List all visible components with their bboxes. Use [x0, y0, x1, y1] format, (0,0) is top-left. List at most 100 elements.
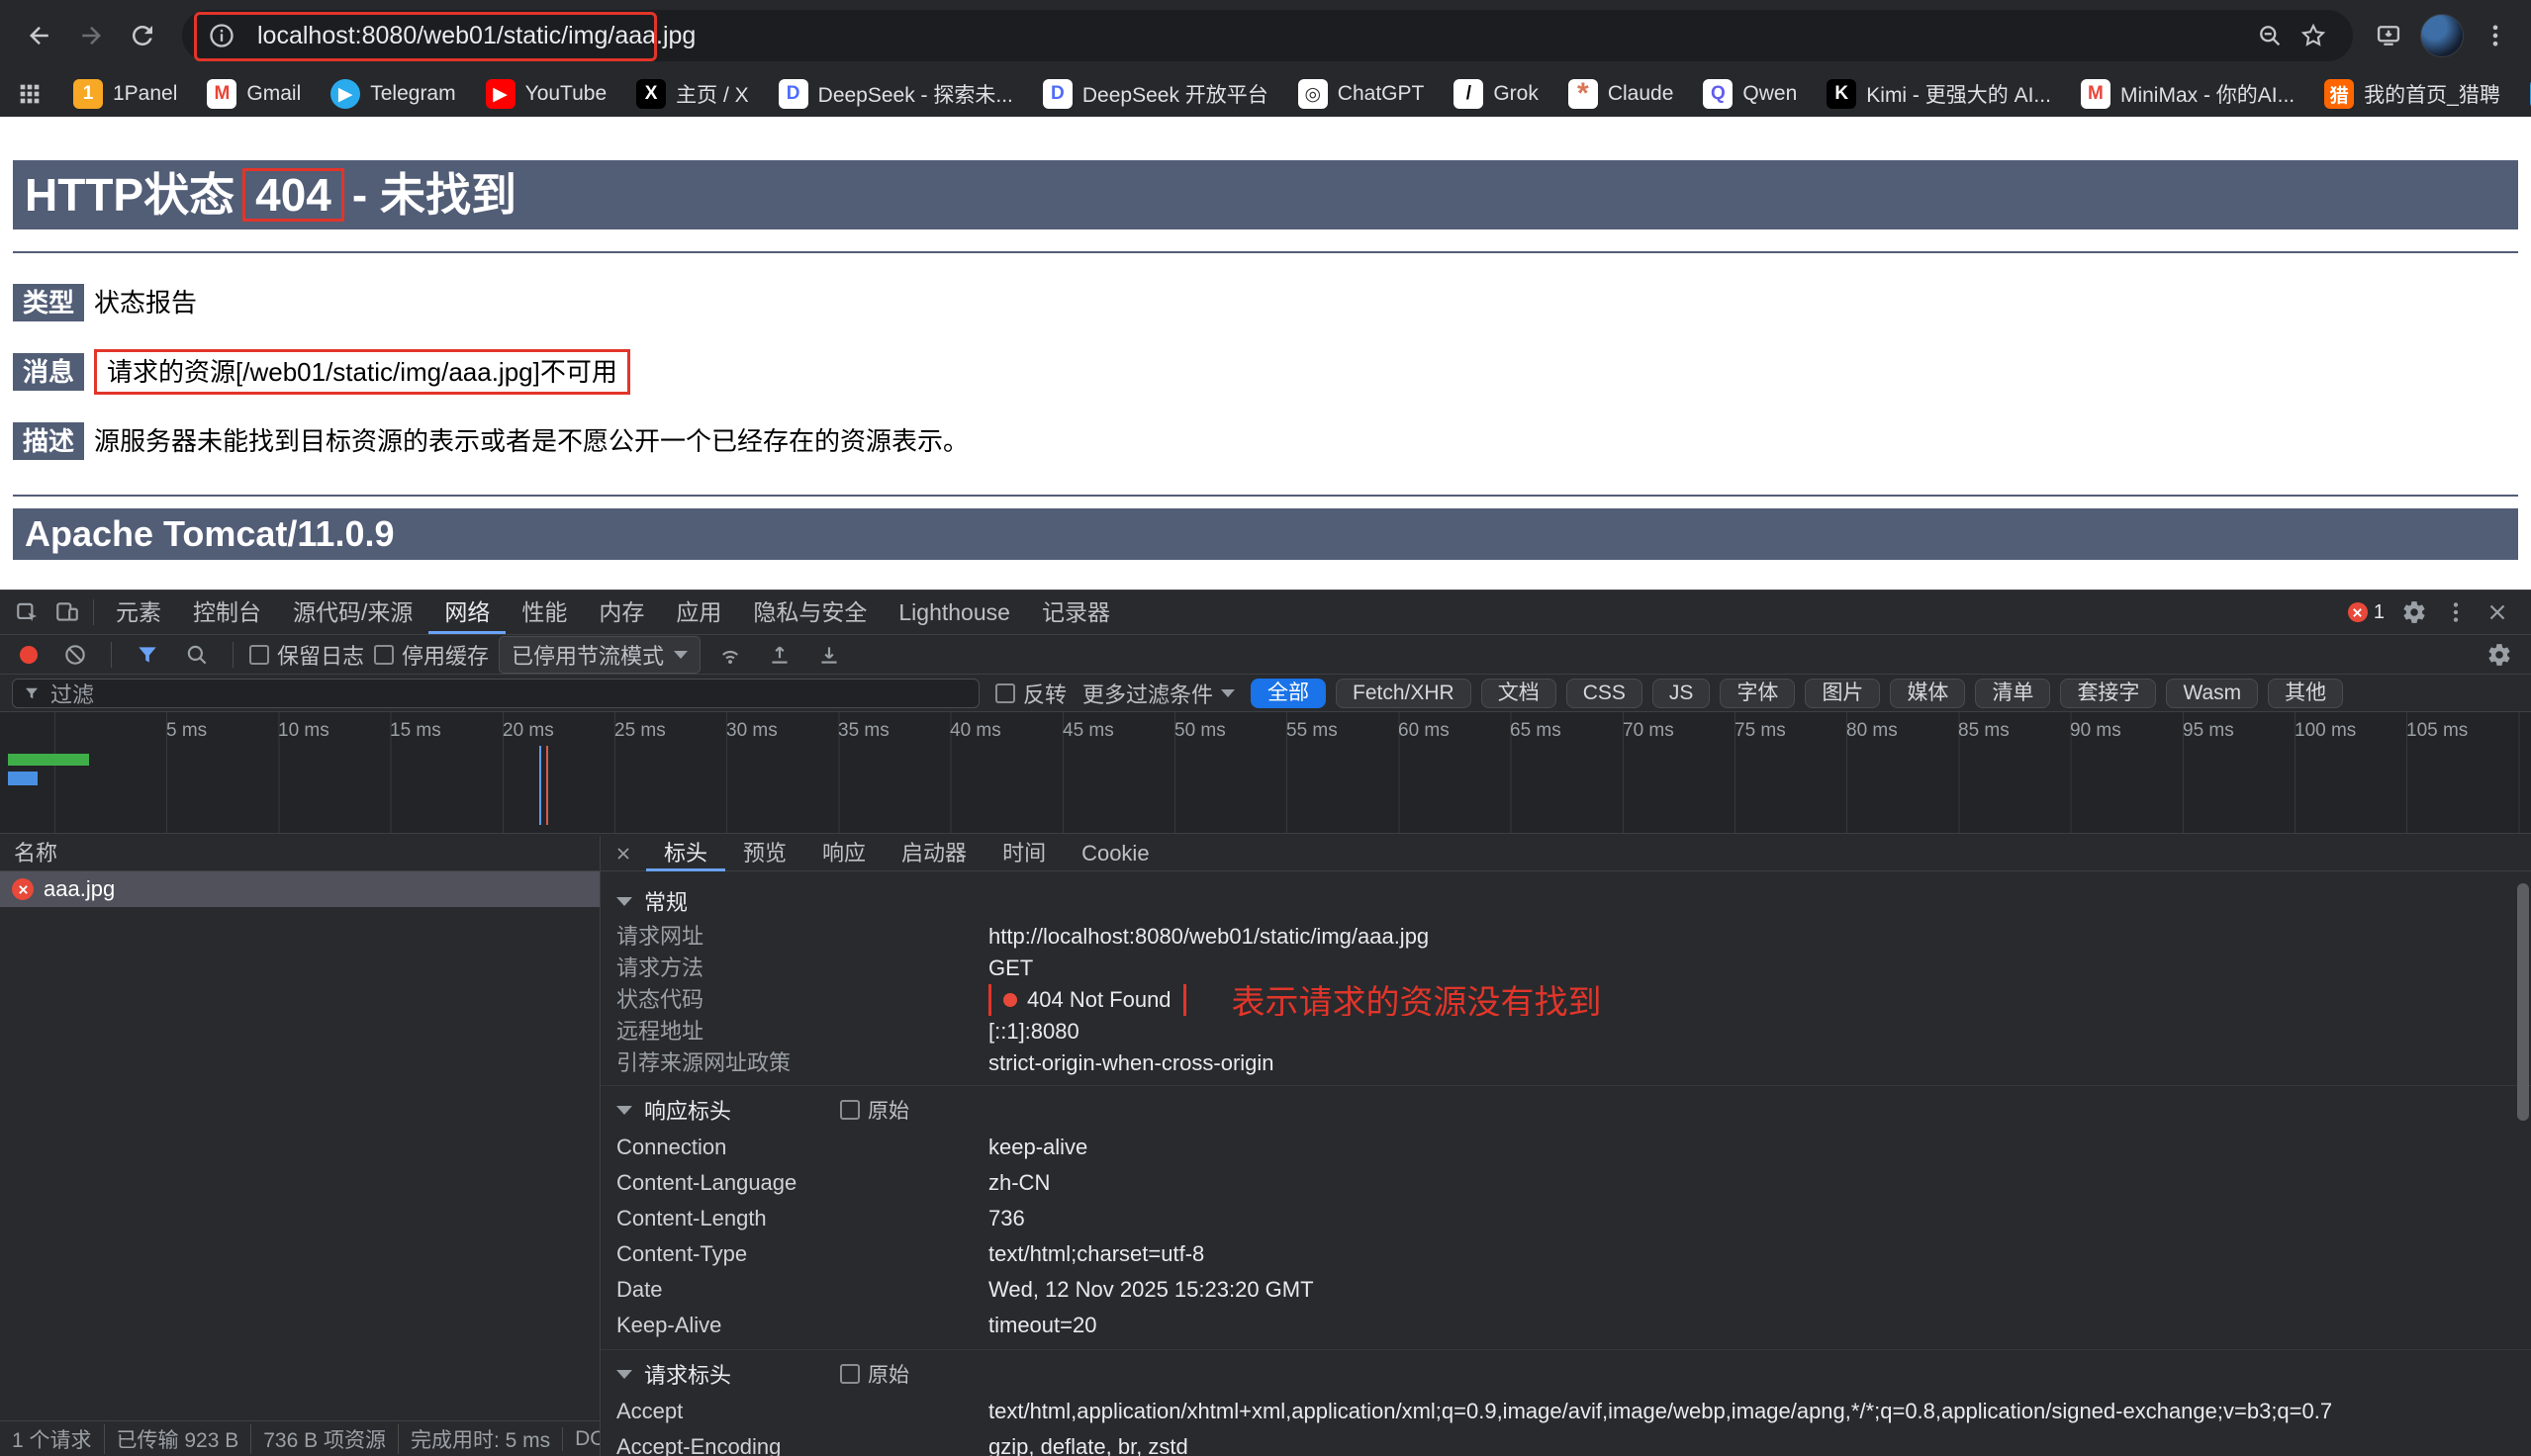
tab-application[interactable]: 应用	[660, 591, 737, 634]
request-row-selected[interactable]: aaa.jpg	[0, 871, 600, 907]
tab-console[interactable]: 控制台	[177, 591, 277, 634]
tab-network[interactable]: 网络	[428, 591, 506, 634]
browser-menu-kebab-icon[interactable]	[2474, 14, 2517, 57]
bookmark-star-icon[interactable]	[2292, 14, 2335, 57]
headers-body[interactable]: 常规 请求网址http://localhost:8080/web01/stati…	[601, 871, 2531, 1456]
throttling-select[interactable]: 已停用节流模式	[499, 636, 701, 674]
bookmark-youtube[interactable]: ▶YouTube	[486, 79, 608, 109]
reload-button[interactable]	[117, 10, 168, 61]
preserve-log-checkbox[interactable]	[249, 645, 269, 665]
timeline-tick-label: 5 ms	[166, 720, 207, 742]
chip-font[interactable]: 字体	[1720, 679, 1795, 708]
bookmark-grok[interactable]: /Grok	[1453, 79, 1539, 109]
chip-js[interactable]: JS	[1652, 679, 1711, 708]
zoom-icon[interactable]	[2248, 14, 2292, 57]
bookmark-deepseek-platform[interactable]: DDeepSeek 开放平台	[1043, 79, 1268, 109]
detail-tab-timing[interactable]: 时间	[984, 836, 1064, 871]
invert-checkbox[interactable]	[995, 683, 1015, 703]
response-headers-header[interactable]: 响应标头 原始	[601, 1090, 2531, 1130]
detail-tab-headers[interactable]: 标头	[646, 836, 725, 871]
address-bar[interactable]: localhost:8080/web01/static/img/aaa.jpg	[182, 10, 2353, 61]
filter-toggle-icon[interactable]	[128, 638, 167, 672]
network-conditions-icon[interactable]	[710, 638, 750, 672]
chip-wasm[interactable]: Wasm	[2166, 679, 2258, 708]
preserve-log-control[interactable]: 保留日志	[249, 639, 364, 671]
bookmark-claude[interactable]: *Claude	[1568, 79, 1674, 109]
tab-memory[interactable]: 内存	[583, 591, 660, 634]
bookmark-x[interactable]: X主页 / X	[636, 79, 749, 109]
chip-all[interactable]: 全部	[1251, 679, 1326, 708]
bookmark-telegram[interactable]: ▶Telegram	[330, 79, 455, 109]
detail-tab-preview[interactable]: 预览	[725, 836, 804, 871]
detail-tab-initiator[interactable]: 启动器	[884, 836, 984, 871]
raw-toggle[interactable]: 原始	[840, 1359, 909, 1389]
bookmark-deepseek[interactable]: DDeepSeek - 探索未...	[779, 79, 1013, 109]
detail-tab-response[interactable]: 响应	[804, 836, 884, 871]
tab-sources[interactable]: 源代码/来源	[277, 591, 428, 634]
chip-manifest[interactable]: 清单	[1975, 679, 2050, 708]
timeline-activity-bar	[8, 754, 89, 766]
tab-recorder[interactable]: 记录器	[1026, 591, 1126, 634]
disable-cache-control[interactable]: 停用缓存	[374, 639, 489, 671]
divider	[111, 642, 112, 668]
timeline-tick-label: 20 ms	[503, 720, 554, 742]
tab-privacy-security[interactable]: 隐私与安全	[737, 591, 883, 634]
chip-fetch-xhr[interactable]: Fetch/XHR	[1336, 679, 1471, 708]
devtools-settings-gear-icon[interactable]	[2394, 595, 2434, 629]
timeline-tick-label: 75 ms	[1734, 720, 1786, 742]
forward-button[interactable]	[65, 10, 117, 61]
chip-socket[interactable]: 套接字	[2060, 679, 2156, 708]
more-filters-dropdown[interactable]: 更多过滤条件	[1082, 678, 1235, 709]
chip-img[interactable]: 图片	[1805, 679, 1880, 708]
device-toolbar-icon[interactable]	[47, 595, 87, 629]
apps-grid-icon[interactable]	[16, 72, 44, 116]
inspect-element-icon[interactable]	[8, 595, 47, 629]
raw-toggle[interactable]: 原始	[840, 1095, 909, 1125]
tab-elements[interactable]: 元素	[100, 591, 177, 634]
qwen-favicon: Q	[1703, 79, 1733, 109]
devtools-close-icon[interactable]	[2478, 595, 2517, 629]
url-text[interactable]: localhost:8080/web01/static/img/aaa.jpg	[257, 22, 696, 50]
network-search-icon[interactable]	[177, 638, 217, 672]
devtools-tab-bar: 元素 控制台 源代码/来源 网络 性能 内存 应用 隐私与安全 Lighthou…	[0, 591, 2531, 634]
bookmark-kimi[interactable]: KKimi - 更强大的 AI...	[1827, 79, 2051, 109]
chip-media[interactable]: 媒体	[1890, 679, 1965, 708]
back-button[interactable]	[14, 10, 65, 61]
detail-close-icon[interactable]	[601, 836, 646, 871]
filter-input[interactable]: 过滤	[12, 679, 980, 708]
bookmark-chatgpt[interactable]: ◎ChatGPT	[1298, 79, 1425, 109]
install-app-icon[interactable]	[2367, 14, 2410, 57]
export-har-icon[interactable]	[809, 638, 849, 672]
request-headers-header[interactable]: 请求标头 原始	[601, 1354, 2531, 1394]
import-har-icon[interactable]	[760, 638, 799, 672]
bookmark-gmail[interactable]: MGmail	[207, 79, 301, 109]
name-column-header[interactable]: 名称	[0, 836, 600, 871]
raw-checkbox[interactable]	[840, 1100, 860, 1120]
site-info-icon[interactable]	[200, 14, 243, 57]
devtools-menu-kebab-icon[interactable]	[2436, 595, 2476, 629]
tab-lighthouse[interactable]: Lighthouse	[883, 591, 1026, 634]
bookmark-qwen[interactable]: QQwen	[1703, 79, 1797, 109]
error-count-badge[interactable]: 1	[2348, 601, 2385, 624]
profile-avatar[interactable]	[2420, 14, 2464, 57]
tab-performance[interactable]: 性能	[506, 591, 583, 634]
chip-css[interactable]: CSS	[1566, 679, 1642, 708]
bookmark-liepin[interactable]: 猎我的首页_猎聘	[2324, 79, 2500, 109]
clear-network-log-icon[interactable]	[55, 638, 95, 672]
invert-filter-control[interactable]: 反转	[995, 678, 1067, 709]
detail-tab-cookies[interactable]: Cookie	[1064, 836, 1167, 871]
chip-doc[interactable]: 文档	[1481, 679, 1556, 708]
network-overview-timeline[interactable]: 5 ms 10 ms 15 ms 20 ms 25 ms 30 ms 35 ms…	[0, 711, 2531, 834]
disable-cache-checkbox[interactable]	[374, 645, 394, 665]
1panel-favicon: 1	[73, 79, 103, 109]
chip-other[interactable]: 其他	[2268, 679, 2343, 708]
forward-icon	[76, 21, 106, 50]
general-section-header[interactable]: 常规	[601, 881, 2531, 921]
bookmark-minimax[interactable]: MMiniMax - 你的AI...	[2081, 79, 2295, 109]
scrollbar-thumb[interactable]	[2517, 883, 2529, 1121]
record-network-log-button[interactable]	[20, 646, 38, 664]
request-type-chips: 全部 Fetch/XHR 文档 CSS JS 字体 图片 媒体 清单 套接字 W…	[1251, 679, 2343, 708]
network-settings-gear-icon[interactable]	[2480, 638, 2519, 672]
raw-checkbox[interactable]	[840, 1364, 860, 1384]
bookmark-1panel[interactable]: 11Panel	[73, 79, 177, 109]
